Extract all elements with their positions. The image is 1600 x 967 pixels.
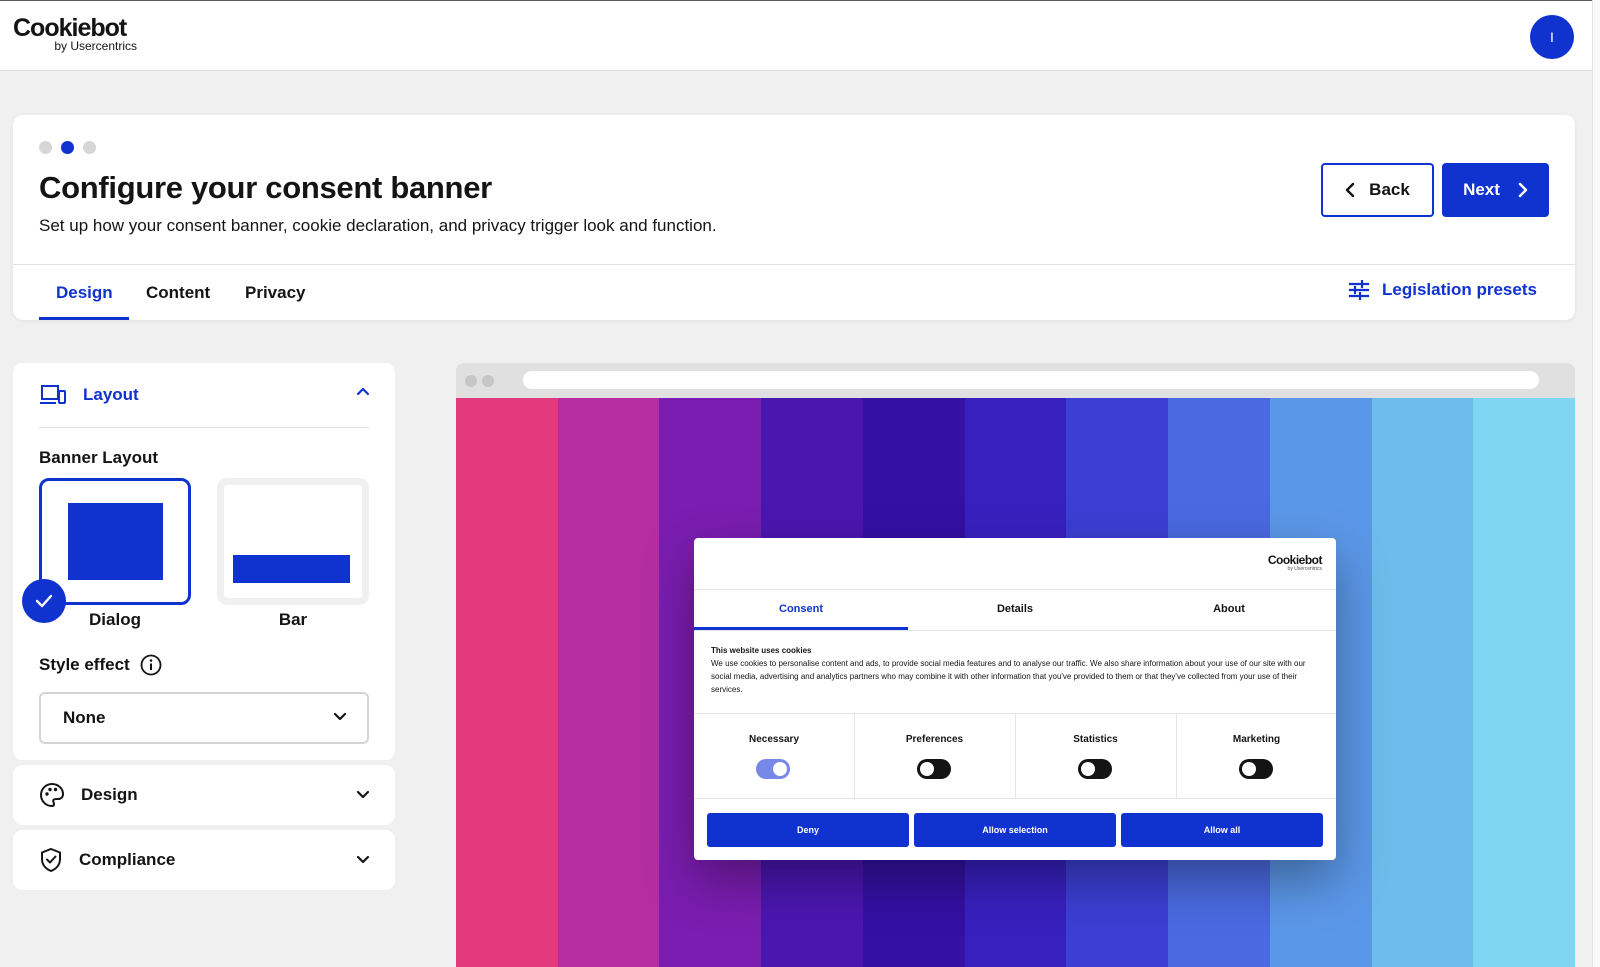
banner-tab-about[interactable]: About <box>1122 603 1336 615</box>
devices-icon <box>40 385 66 404</box>
page-title: Configure your consent banner <box>39 170 492 205</box>
design-panel-header[interactable]: Design <box>39 765 371 825</box>
background-stripe <box>557 398 660 967</box>
compliance-panel-header[interactable]: Compliance <box>39 830 371 890</box>
banner-divider <box>694 589 1336 590</box>
design-panel[interactable]: Design <box>13 765 395 825</box>
banner-heading: This website uses cookies <box>711 646 812 655</box>
step-dot-1 <box>39 141 52 154</box>
page-scrollbar[interactable] <box>1592 0 1600 967</box>
marketing-toggle[interactable] <box>1239 759 1273 779</box>
cookiebot-logo[interactable]: Cookiebot by Usercentrics <box>13 14 137 53</box>
necessary-toggle[interactable] <box>756 759 790 779</box>
dialog-option-label: Dialog <box>89 610 141 629</box>
info-icon[interactable] <box>140 654 162 676</box>
category-necessary: Necessary <box>694 714 854 798</box>
chevron-right-icon <box>1518 182 1528 198</box>
category-label: Necessary <box>748 734 800 745</box>
step-dot-3 <box>83 141 96 154</box>
chevron-left-icon <box>1345 182 1355 198</box>
deny-button[interactable]: Deny <box>707 813 909 847</box>
user-avatar[interactable]: I <box>1530 15 1574 59</box>
page-subtitle: Set up how your consent banner, cookie d… <box>39 216 717 235</box>
next-button-label: Next <box>1463 180 1500 199</box>
bar-preview-shape <box>233 555 350 583</box>
layout-panel-title: Layout <box>83 385 139 404</box>
allow-all-button[interactable]: Allow all <box>1121 813 1323 847</box>
back-button[interactable]: Back <box>1321 163 1434 217</box>
style-effect-select[interactable]: None <box>39 692 369 744</box>
category-label: Preferences <box>905 734 964 745</box>
banner-cookiebot-logo: Cookiebot by Usercentrics <box>1267 553 1323 572</box>
wizard-header-card: Configure your consent banner Set up how… <box>13 115 1575 320</box>
compliance-panel[interactable]: Compliance <box>13 830 395 890</box>
category-statistics: Statistics <box>1015 714 1175 798</box>
compliance-panel-title: Compliance <box>79 850 176 869</box>
consent-banner-preview: Cookiebot by Usercentrics Consent Detail… <box>694 538 1336 860</box>
browser-dot <box>482 375 494 387</box>
banner-divider <box>694 798 1336 799</box>
banner-divider <box>694 630 1336 631</box>
design-panel-title: Design <box>81 785 138 804</box>
layout-panel: Layout Banner Layout Dialog Bar Style ef… <box>13 363 395 760</box>
style-effect-value: None <box>63 708 106 727</box>
legislation-presets-label: Legislation presets <box>1382 280 1537 299</box>
dialog-preview-shape <box>68 503 163 580</box>
category-preferences: Preferences <box>854 714 1014 798</box>
layout-option-dialog[interactable] <box>39 478 191 605</box>
statistics-toggle[interactable] <box>1078 759 1112 779</box>
tab-content[interactable]: Content <box>146 283 210 303</box>
style-effect-label: Style effect <box>39 655 130 674</box>
browser-chrome <box>456 363 1575 398</box>
banner-body-text: We use cookies to personalise content an… <box>711 659 1306 694</box>
tab-design[interactable]: Design <box>56 283 113 303</box>
bar-option-label: Bar <box>278 610 308 629</box>
tab-privacy[interactable]: Privacy <box>245 283 306 303</box>
chevron-down-icon <box>333 712 347 721</box>
palette-icon <box>39 782 65 808</box>
chevron-up-icon[interactable] <box>355 385 371 397</box>
sliders-icon <box>1348 280 1370 300</box>
allow-selection-button[interactable]: Allow selection <box>914 813 1116 847</box>
background-stripe <box>456 398 558 967</box>
shield-check-icon <box>41 847 61 873</box>
category-marketing: Marketing <box>1176 714 1336 798</box>
background-stripe <box>1371 398 1474 967</box>
browser-url-bar <box>523 371 1539 389</box>
banner-logo-main: Cookiebot <box>1267 553 1323 567</box>
legislation-presets-button[interactable]: Legislation presets <box>1348 280 1537 300</box>
layout-panel-header[interactable]: Layout <box>39 365 371 425</box>
banner-layout-label: Banner Layout <box>39 448 159 467</box>
step-indicator <box>39 141 96 154</box>
category-label: Statistics <box>1073 734 1118 745</box>
category-label: Marketing <box>1232 734 1281 745</box>
banner-tab-details[interactable]: Details <box>908 603 1122 615</box>
layout-option-bar[interactable] <box>217 478 369 605</box>
banner-tab-consent[interactable]: Consent <box>694 603 908 615</box>
wizard-divider <box>13 264 1575 265</box>
panel-divider <box>39 427 369 428</box>
next-button[interactable]: Next <box>1442 163 1549 217</box>
chevron-down-icon[interactable] <box>355 789 371 801</box>
active-tab-underline <box>39 317 129 320</box>
top-header: Cookiebot by Usercentrics I <box>0 0 1592 71</box>
back-button-label: Back <box>1369 180 1410 199</box>
browser-dot <box>465 375 477 387</box>
chevron-down-icon[interactable] <box>355 854 371 866</box>
step-dot-2-current <box>61 141 74 154</box>
preferences-toggle[interactable] <box>917 759 951 779</box>
background-stripe <box>1473 398 1575 967</box>
style-effect-label-row: Style effect <box>39 654 162 676</box>
logo-main-text: Cookiebot <box>13 14 127 42</box>
